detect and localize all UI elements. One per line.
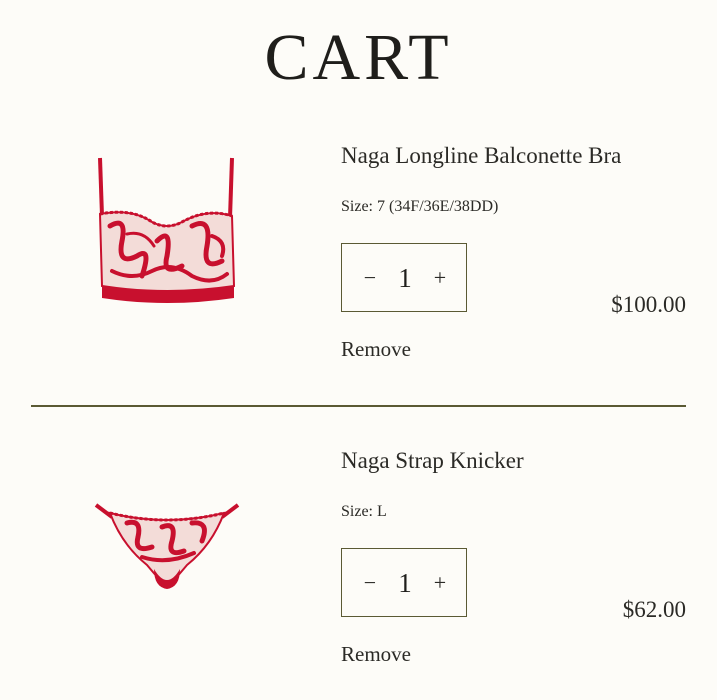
increase-quantity-button[interactable]: + bbox=[432, 571, 448, 594]
remove-button[interactable]: Remove bbox=[341, 335, 411, 363]
bra-image bbox=[98, 157, 236, 303]
divider bbox=[31, 405, 686, 407]
product-name[interactable]: Naga Longline Balconette Bra bbox=[341, 140, 621, 172]
product-size: Size: L bbox=[341, 503, 387, 520]
cart-item: Naga Longline Balconette Bra Size: 7 (34… bbox=[0, 120, 717, 400]
product-size: Size: 7 (34F/36E/38DD) bbox=[341, 198, 499, 215]
decrease-quantity-button[interactable]: − bbox=[362, 266, 378, 289]
remove-button[interactable]: Remove bbox=[341, 640, 411, 668]
quantity-stepper: − 1 + bbox=[341, 548, 467, 617]
cart-page: CART Naga Longline Balconette Bra Size: … bbox=[0, 0, 717, 700]
page-title: CART bbox=[264, 21, 453, 94]
increase-quantity-button[interactable]: + bbox=[432, 266, 448, 289]
item-price: $100.00 bbox=[611, 292, 686, 317]
decrease-quantity-button[interactable]: − bbox=[362, 571, 378, 594]
product-image-bra[interactable] bbox=[72, 146, 262, 336]
quantity-value: 1 bbox=[398, 262, 412, 293]
cart-item: Naga Strap Knicker Size: L − 1 + $62.00 … bbox=[0, 425, 717, 700]
product-image-knicker[interactable] bbox=[72, 465, 262, 615]
knicker-image bbox=[94, 503, 240, 589]
quantity-value: 1 bbox=[398, 567, 412, 598]
quantity-stepper: − 1 + bbox=[341, 243, 467, 312]
item-price: $62.00 bbox=[622, 597, 686, 622]
product-name[interactable]: Naga Strap Knicker bbox=[341, 445, 524, 477]
